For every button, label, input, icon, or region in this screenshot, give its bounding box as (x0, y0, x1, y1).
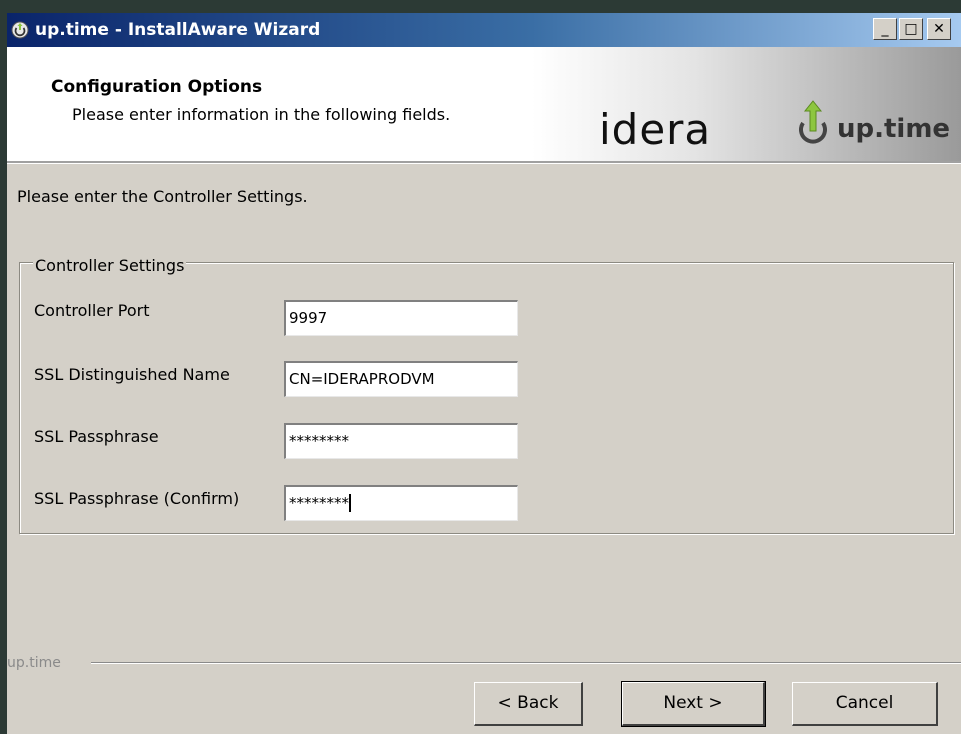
close-icon[interactable]: ✕ (927, 18, 951, 40)
title-bar[interactable]: up.time - InstallAware Wizard _ □ ✕ (7, 13, 961, 47)
page-subtitle: Please enter information in the followin… (72, 105, 451, 124)
ssl-passphrase-confirm-value: ******** (289, 494, 349, 512)
ssl-passphrase-confirm-input[interactable]: ******** (284, 485, 518, 521)
logo-brand: idera (599, 105, 712, 154)
uptime-power-icon (799, 100, 827, 144)
idera-uptime-logo: idera up.time (599, 100, 955, 165)
window-title: up.time - InstallAware Wizard (35, 20, 321, 40)
ssl-passphrase-label: SSL Passphrase (34, 427, 159, 446)
minimize-icon[interactable]: _ (873, 18, 897, 40)
maximize-icon[interactable]: □ (899, 18, 923, 40)
ssl-passphrase-confirm-label: SSL Passphrase (Confirm) (34, 489, 240, 508)
logo-product: up.time (837, 114, 951, 144)
footer-divider (91, 662, 961, 664)
footer-brand: up.time (7, 655, 61, 671)
ssl-passphrase-input[interactable]: ******** (284, 423, 518, 459)
wizard-header: Configuration Options Please enter infor… (7, 47, 961, 161)
back-button[interactable]: < Back (474, 682, 583, 726)
controller-port-label: Controller Port (34, 301, 150, 320)
cancel-button[interactable]: Cancel (792, 682, 938, 726)
text-caret (349, 494, 351, 512)
uptime-power-icon (11, 21, 29, 39)
ssl-distinguished-name-input[interactable]: CN=IDERAPRODVM (284, 361, 518, 397)
controller-port-input[interactable]: 9997 (284, 300, 518, 336)
next-button[interactable]: Next > (621, 681, 766, 727)
page-title: Configuration Options (51, 77, 263, 97)
instruction-text: Please enter the Controller Settings. (17, 187, 308, 206)
header-divider (7, 161, 961, 164)
installer-window: up.time - InstallAware Wizard _ □ ✕ Conf… (7, 13, 961, 734)
group-title: Controller Settings (33, 256, 187, 275)
ssl-distinguished-name-label: SSL Distinguished Name (34, 365, 230, 384)
